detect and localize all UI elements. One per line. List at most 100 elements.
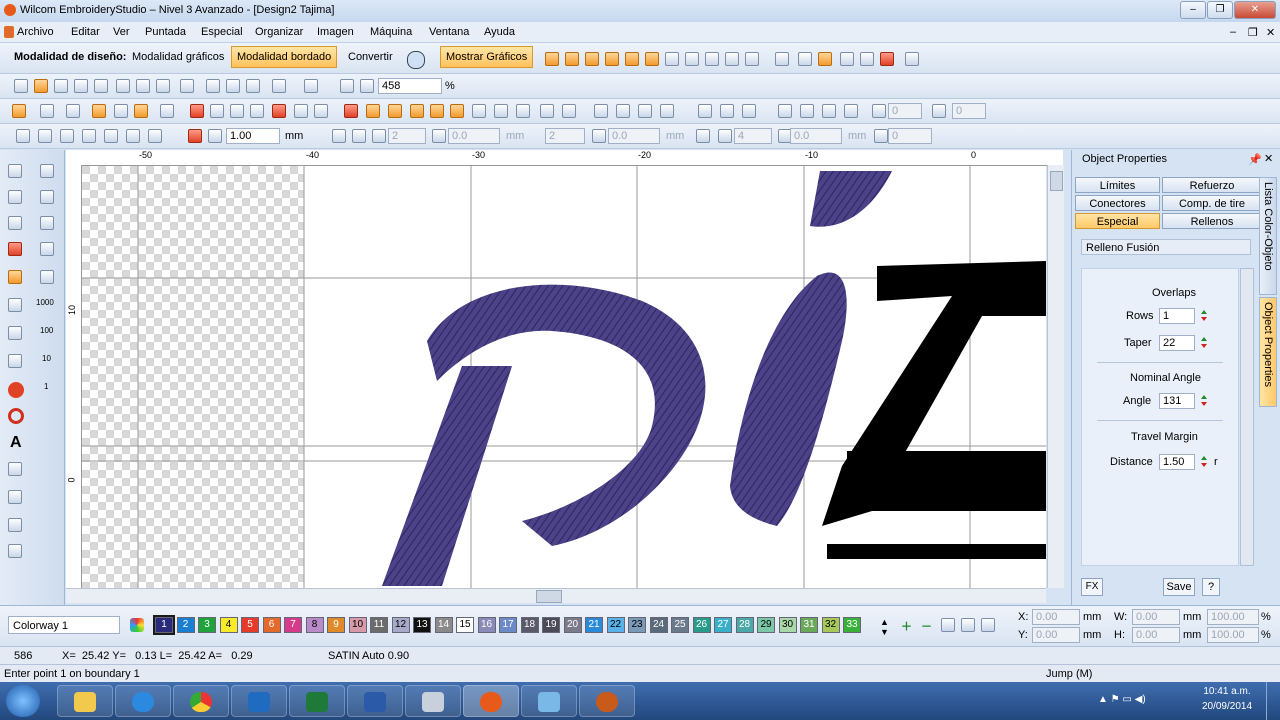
tool-icon[interactable] (12, 104, 26, 118)
side-tab-object-properties[interactable]: Object Properties (1259, 297, 1277, 407)
rotate-icon[interactable] (872, 104, 886, 118)
fill-type-icon[interactable] (594, 104, 608, 118)
tool-icon[interactable] (352, 129, 366, 143)
lettering-icon[interactable]: A (10, 434, 22, 452)
color-swatch[interactable]: 2 (176, 617, 195, 633)
rows-input[interactable]: 1 (1159, 308, 1195, 324)
save-icon[interactable] (54, 79, 68, 93)
tab-comp-de-tire[interactable]: Comp. de tire (1162, 195, 1262, 211)
design-canvas[interactable] (82, 166, 1046, 588)
menu-maquina[interactable]: Máquina (370, 26, 412, 38)
color-swatch[interactable]: 21 (585, 617, 603, 633)
tool-icon[interactable] (696, 129, 710, 143)
horizontal-scrollbar[interactable] (66, 588, 1046, 603)
color-swatch[interactable]: 1 (153, 615, 175, 635)
tool-icon[interactable] (104, 129, 118, 143)
fill-type-icon[interactable] (660, 104, 674, 118)
stitch-tool-icon[interactable] (645, 52, 659, 66)
node-icon[interactable] (8, 326, 22, 340)
color-tool-icon[interactable] (981, 618, 995, 632)
show-desktop-button[interactable] (1266, 682, 1280, 720)
tab-rellenos[interactable]: Rellenos (1162, 213, 1262, 229)
remove-color-icon[interactable]: － (921, 618, 932, 634)
vertical-scrollbar[interactable] (1047, 165, 1064, 588)
graphics-mode-button[interactable]: Modalidad gráficos (126, 46, 230, 68)
slant-icon[interactable] (932, 104, 946, 118)
fill-type-icon[interactable] (430, 104, 444, 118)
tool-icon[interactable] (8, 518, 22, 532)
stitch-tool-icon[interactable] (545, 52, 559, 66)
color-swatch[interactable]: 16 (477, 617, 496, 633)
tool-icon[interactable] (8, 544, 22, 558)
swatch-scroll[interactable]: ▲ ▼ (880, 617, 889, 637)
reshape-icon[interactable] (8, 190, 22, 204)
panel-close-icon[interactable]: ✕ (1264, 152, 1273, 165)
color-swatch[interactable]: 12 (391, 617, 410, 633)
help-button[interactable]: ? (1202, 578, 1220, 596)
disabled-input[interactable]: 2 (545, 128, 585, 144)
embroidery-mode-button[interactable]: Modalidad bordado (231, 46, 338, 68)
color-swatch[interactable]: 30 (778, 617, 797, 633)
menu-ayuda[interactable]: Ayuda (484, 26, 515, 38)
open-folder-icon[interactable] (34, 79, 48, 93)
tab-especial[interactable]: Especial (1075, 213, 1160, 229)
grid-icon[interactable] (685, 52, 699, 66)
h-percent-input[interactable]: 100.00 (1207, 627, 1259, 643)
stitch-type-icon[interactable] (210, 104, 224, 118)
tool-icon[interactable] (60, 129, 74, 143)
tab-conectores[interactable]: Conectores (1075, 195, 1160, 211)
color-swatch[interactable]: 22 (606, 617, 625, 633)
tool-icon[interactable] (40, 270, 54, 284)
side-tab-color-object-list[interactable]: Lista Color-Objeto (1259, 177, 1277, 295)
color-swatch[interactable]: 18 (520, 617, 539, 633)
fill-type-icon[interactable] (344, 104, 358, 118)
image-icon[interactable] (745, 52, 759, 66)
step-1-icon[interactable]: 1 (44, 382, 48, 391)
mdi-close-button[interactable]: ✕ (1266, 26, 1275, 39)
angle-input[interactable]: 131 (1159, 393, 1195, 409)
menu-archivo[interactable]: Archivo (17, 26, 54, 38)
scroll-thumb[interactable] (536, 590, 562, 603)
color-swatch[interactable]: 28 (735, 617, 754, 633)
print-preview-icon[interactable] (136, 79, 150, 93)
copy-icon[interactable] (226, 79, 240, 93)
zoom-icon[interactable] (360, 79, 374, 93)
tool-icon[interactable] (800, 104, 814, 118)
fill-type-icon[interactable] (516, 104, 530, 118)
distance-input[interactable]: 1.50 (1159, 454, 1195, 470)
save-icon[interactable] (74, 79, 88, 93)
color-swatch[interactable]: 5 (241, 617, 259, 633)
tool-icon[interactable] (840, 52, 854, 66)
color-swatch[interactable]: 17 (499, 617, 517, 633)
slant-angle-input[interactable]: 0 (952, 103, 986, 119)
color-icon[interactable] (188, 129, 202, 143)
fill-type-icon[interactable] (540, 104, 554, 118)
x-input[interactable]: 0.00 (1032, 609, 1080, 625)
color-swatch[interactable]: 6 (262, 617, 281, 633)
color-swatch[interactable]: 24 (649, 617, 668, 633)
taskbar-wilcom[interactable] (463, 685, 519, 717)
disabled-input[interactable]: 2 (388, 128, 426, 144)
color-swatch[interactable]: 8 (305, 617, 324, 633)
minimize-button[interactable]: – (1180, 1, 1206, 19)
tool-icon[interactable] (860, 52, 874, 66)
color-swatch[interactable]: 32 (821, 617, 840, 633)
fill-type-icon[interactable] (388, 104, 402, 118)
tool-icon[interactable] (775, 52, 789, 66)
panel-scrollbar[interactable] (1240, 268, 1254, 566)
color-swatch[interactable]: 23 (628, 617, 646, 633)
tool-icon[interactable] (40, 242, 54, 256)
tool-icon[interactable] (82, 129, 96, 143)
taskbar-paint[interactable] (521, 685, 577, 717)
fill-type-icon[interactable] (562, 104, 576, 118)
stitch-type-icon[interactable] (230, 104, 244, 118)
color-swatch[interactable]: 33 (843, 617, 861, 633)
taskbar-word[interactable] (347, 685, 403, 717)
tool-icon[interactable] (40, 104, 54, 118)
w-percent-input[interactable]: 100.00 (1207, 609, 1259, 625)
tool-icon[interactable] (778, 104, 792, 118)
export-icon[interactable] (156, 79, 170, 93)
menu-imagen[interactable]: Imagen (317, 26, 354, 38)
select-arrow-icon[interactable] (8, 164, 22, 178)
fill-type-icon[interactable] (366, 104, 380, 118)
